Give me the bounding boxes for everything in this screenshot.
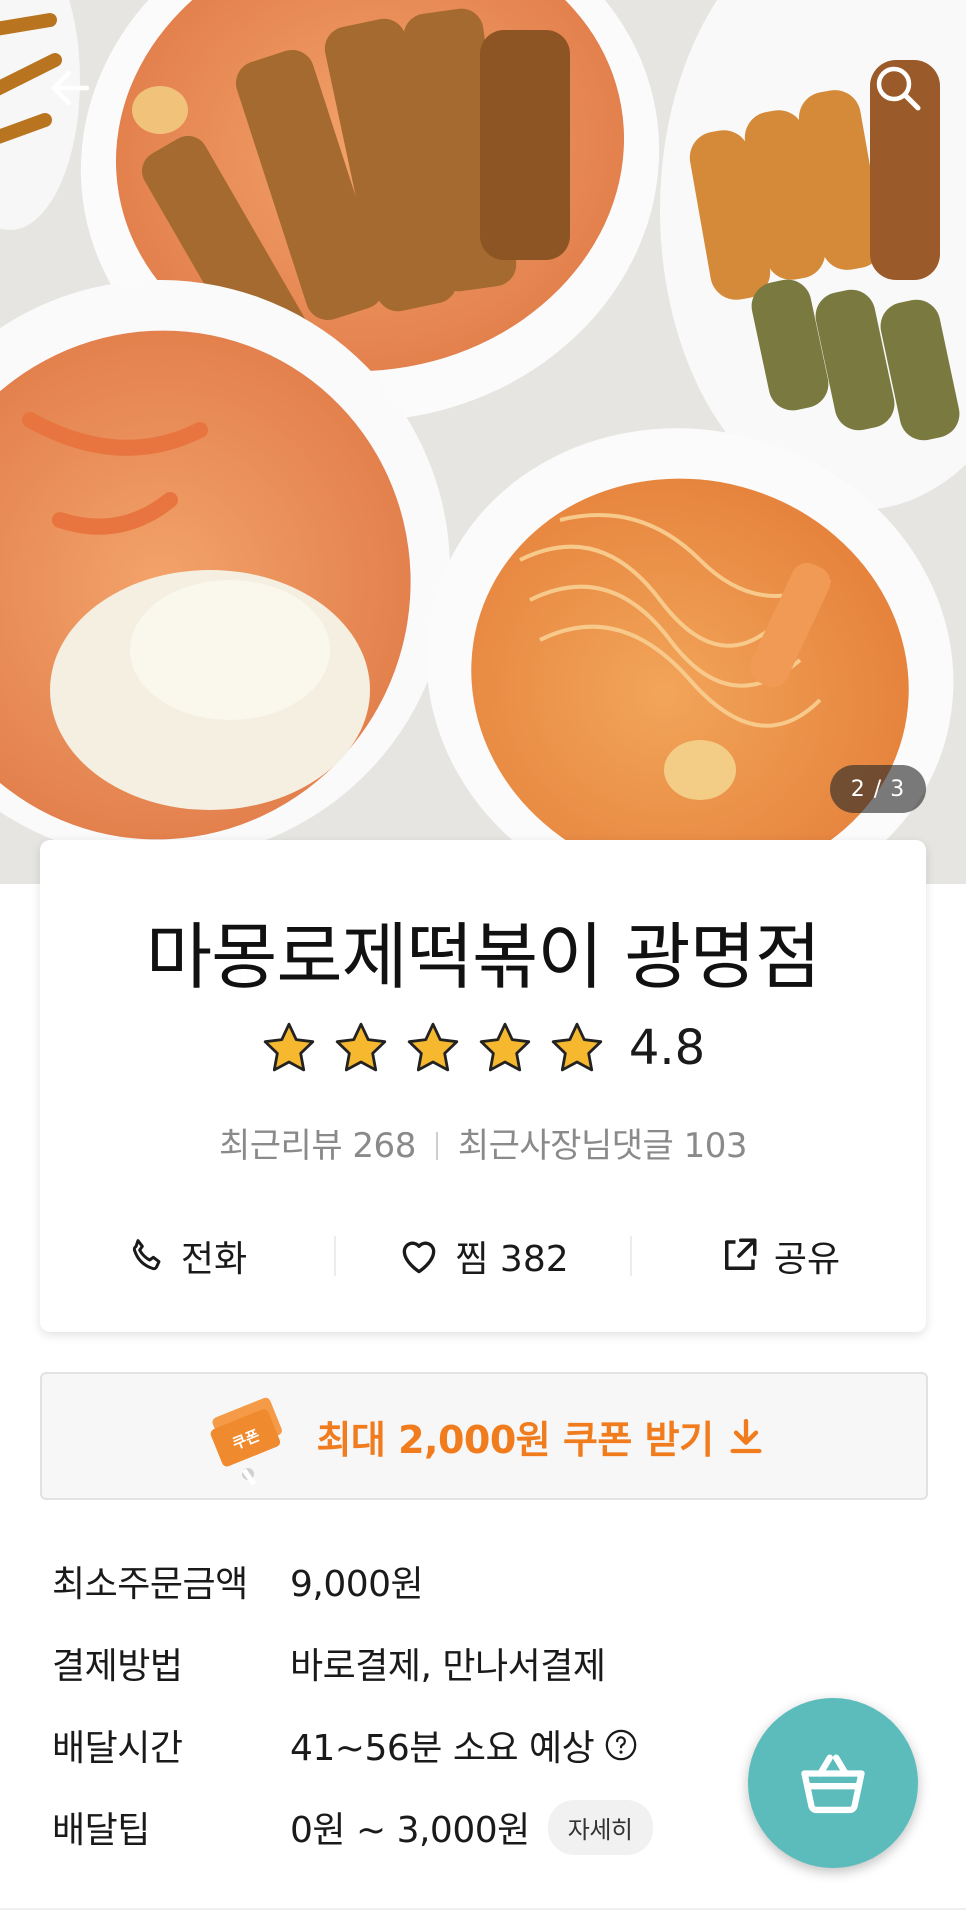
detail-row-delivery-tip: 배달팁 0원 ~ 3,000원 자세히 (52, 1799, 653, 1855)
detail-value-wrap: 0원 ~ 3,000원 자세히 (290, 1799, 653, 1855)
divider (0, 1908, 966, 1910)
owner-replies[interactable]: 최근사장님댓글 103 (458, 1126, 748, 1166)
share-label: 공유 (773, 1239, 841, 1280)
store-info-card: 마몽로제떡볶이 광명점 4.8 최근리뷰 268 최근사장님댓글 103 전화 찜… (40, 840, 926, 1332)
search-icon (876, 66, 921, 111)
detail-value: 0원 ~ 3,000원 (290, 1810, 530, 1851)
detail-label: 결제방법 (52, 1646, 183, 1687)
detail-value-wrap: 41~56분 소요 예상 (290, 1719, 638, 1771)
search-button[interactable] (866, 56, 930, 120)
share-icon (724, 1238, 757, 1270)
detail-row-min-order: 최소주문금액 9,000원 (52, 1556, 424, 1606)
rating-value: 4.8 (628, 1020, 706, 1076)
coupon-text: 최대 2,000원 쿠폰 받기 (316, 1417, 714, 1462)
call-button[interactable]: 전화 (40, 1230, 334, 1282)
download-arrow-icon (730, 1418, 762, 1454)
store-name: 마몽로제떡볶이 광명점 (145, 915, 821, 999)
review-stats[interactable]: 최근리뷰 268 최근사장님댓글 103 (40, 1118, 926, 1167)
basket-icon (801, 1754, 865, 1814)
call-label: 전화 (180, 1239, 248, 1280)
star-icon (335, 1022, 387, 1072)
heart-icon (403, 1241, 436, 1274)
star-icon (263, 1022, 315, 1072)
detail-label: 배달시간 (52, 1728, 183, 1769)
share-button[interactable]: 공유 (632, 1230, 926, 1282)
detail-label: 최소주문금액 (52, 1564, 248, 1605)
coupon-ticket-icon: 쿠폰 (211, 1397, 283, 1486)
hero-image[interactable]: 2 / 3 (0, 0, 966, 884)
divider (435, 1132, 438, 1160)
rating-row: 4.8 (40, 1018, 926, 1078)
detail-row-delivery-time: 배달시간 41~56분 소요 예상 (52, 1720, 638, 1770)
detail-value: 바로결제, 만나서결제 (290, 1646, 606, 1687)
details-button[interactable]: 자세히 (547, 1799, 653, 1855)
favorite-label: 찜 382 (455, 1239, 569, 1280)
detail-value: 9,000원 (290, 1564, 424, 1605)
star-icon (551, 1022, 603, 1072)
recent-reviews[interactable]: 최근리뷰 268 (219, 1126, 416, 1166)
detail-label: 배달팁 (52, 1810, 150, 1851)
star-icon (479, 1022, 531, 1072)
arrow-left-icon (51, 70, 90, 106)
phone-icon (132, 1239, 161, 1271)
favorite-button[interactable]: 찜 382 (336, 1230, 630, 1282)
cart-button[interactable] (748, 1698, 918, 1868)
help-icon[interactable] (604, 1728, 638, 1762)
image-pager: 2 / 3 (830, 765, 926, 813)
star-icon (407, 1022, 459, 1072)
coupon-banner[interactable]: 쿠폰 최대 2,000원 쿠폰 받기 (40, 1372, 928, 1500)
detail-row-payment: 결제방법 바로결제, 만나서결제 (52, 1638, 606, 1688)
detail-value: 41~56분 소요 예상 (290, 1728, 595, 1769)
action-bar: 전화 찜 382 공유 (40, 1220, 926, 1292)
back-button[interactable] (38, 56, 102, 120)
food-photo (0, 0, 966, 884)
